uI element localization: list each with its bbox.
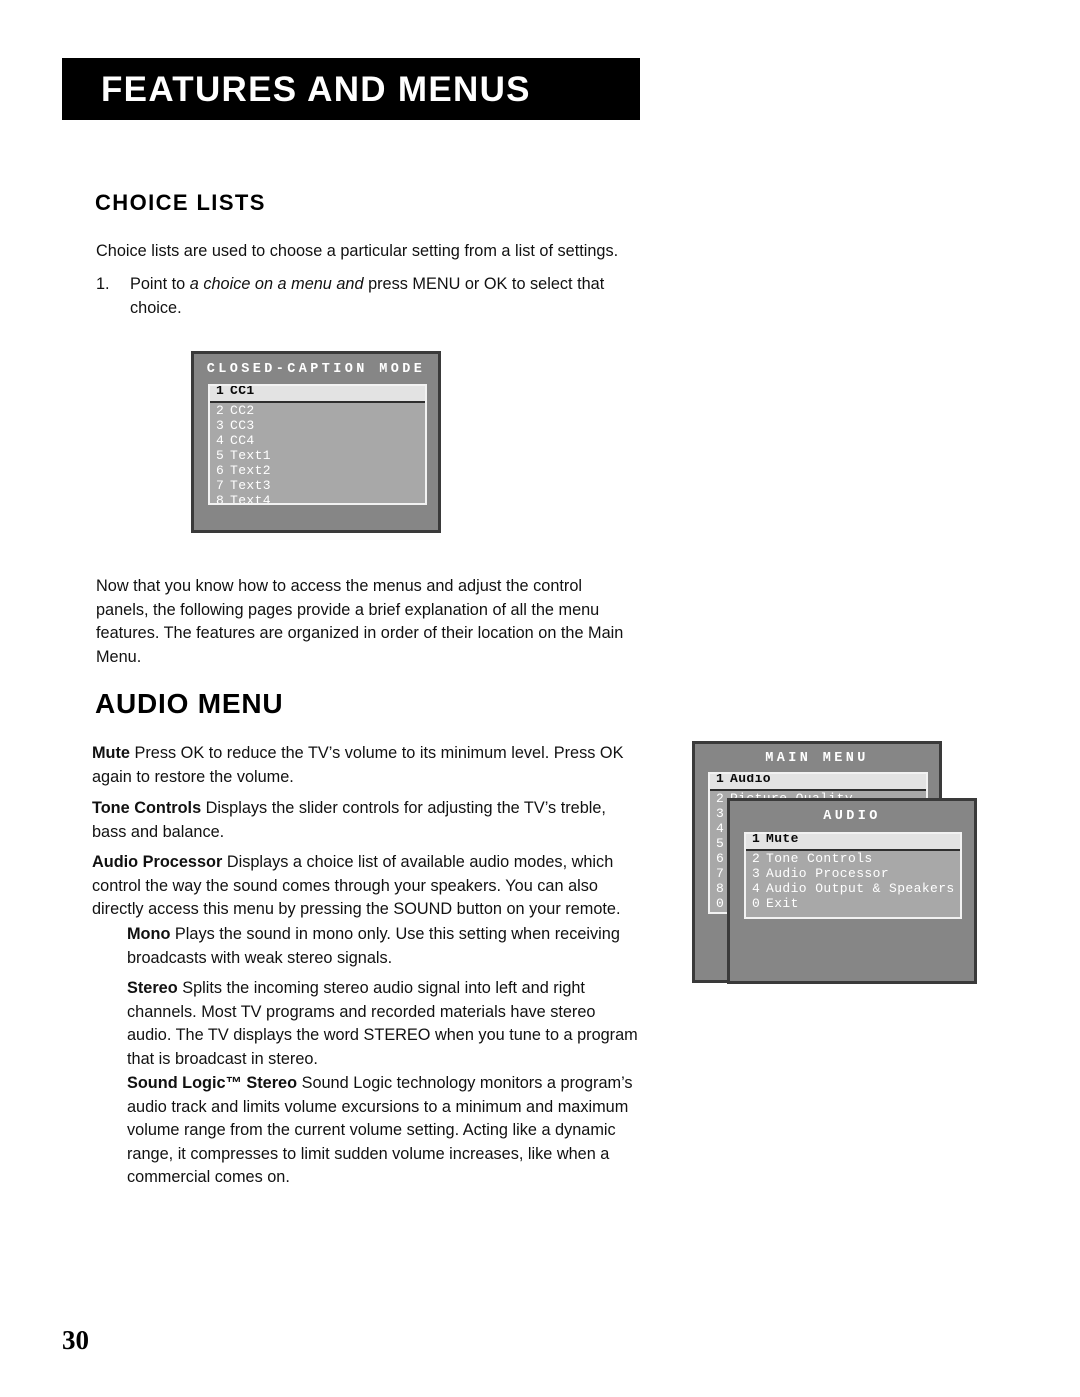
item-number: 1 [716,771,725,786]
item-number: 2 [216,402,225,418]
item-number: 3 [216,417,225,433]
audio-subentry-stereo: Stereo Splits the incoming stereo audio … [127,977,642,1071]
list-item[interactable]: 7 Text3 [210,478,425,493]
entry-description: Press OK to reduce the TV’s volume to it… [92,744,624,786]
closed-caption-menu-title: CLOSED-CAPTION MODE [206,362,426,377]
item-label: Text2 [230,462,272,478]
page-header-title: FEATURES AND MENUS [101,69,531,109]
list-item[interactable]: 0 Exit [746,896,960,911]
list-item[interactable]: 8 Text4 [210,492,425,505]
item-label: CC4 [230,432,255,448]
item-number: 7 [216,477,225,493]
audio-submenu-list: 1 Mute 2 Tone Controls 3 Audio Processor… [744,831,962,919]
entry-description: Plays the sound in mono only. Use this s… [127,925,620,967]
entry-term: Tone Controls [92,799,202,817]
item-number: 1 [216,383,225,398]
item-number: 4 [216,432,225,448]
list-item[interactable]: 1 CC1 [210,383,425,403]
audio-entry-mute: Mute Press OK to reduce the TV’s volume … [92,742,642,789]
entry-term: Mono [127,925,171,943]
entry-term: Mute [92,744,130,762]
item-number: 3 [752,865,761,881]
closed-caption-mode-menu-graphic: CLOSED-CAPTION MODE 1 CC1 2 CC2 3 CC3 4 … [191,351,441,533]
item-label: Mute [766,831,799,846]
item-number: 8 [216,492,225,505]
item-label: Text1 [230,447,272,463]
section-heading-audio-menu: AUDIO MENU [95,688,284,719]
audio-subentry-sound-logic-stereo: Sound Logic™ Stereo Sound Logic technolo… [127,1072,642,1190]
entry-term: Audio Processor [92,853,223,871]
list-item[interactable]: 1 Mute [746,831,960,851]
section-heading-choice-lists: CHOICE LISTS [95,190,266,215]
item-number: 6 [216,462,225,478]
step-text-before: Point to [130,275,190,293]
entry-description: Splits the incoming stereo audio signal … [127,979,638,1068]
list-item[interactable]: 4 Audio Output & Speakers [746,881,960,896]
audio-submenu-title: AUDIO [823,809,881,824]
item-label: Exit [766,895,799,911]
list-item[interactable]: 2 CC2 [210,403,425,418]
item-label: CC1 [230,383,255,398]
audio-entry-tone-controls: Tone Controls Displays the slider contro… [92,797,642,844]
choice-lists-step-1: 1. Point to a choice on a menu and press… [96,273,652,320]
list-item[interactable]: 4 CC4 [210,433,425,448]
step-number: 1. [96,275,110,293]
main-menu-title: MAIN MENU [765,751,869,766]
entry-term: Sound Logic™ Stereo [127,1074,298,1092]
item-label: Audio Processor [766,865,890,881]
step-text-italic: a choice on a menu and [189,275,364,293]
item-label: Tone Controls [766,850,873,866]
list-item[interactable]: 5 Text1 [210,448,425,463]
item-label: CC2 [230,402,255,418]
list-item[interactable]: 2 Tone Controls [746,851,960,866]
list-item[interactable]: 3 CC3 [210,418,425,433]
step-text: Point to a choice on a menu and press ME… [130,273,652,320]
choice-lists-after-graphic-paragraph: Now that you know how to access the menu… [96,577,624,666]
item-label: Text4 [230,492,272,505]
item-number: 1 [752,831,761,846]
item-label: Audio Output & Speakers [766,880,955,896]
audio-entry-audio-processor: Audio Processor Displays a choice list o… [92,851,642,922]
audio-submenu-graphic: AUDIO 1 Mute 2 Tone Controls 3 Audio Pro… [727,798,977,984]
item-number: 2 [752,850,761,866]
item-number: 5 [216,447,225,463]
choice-lists-intro-paragraph: Choice lists are used to choose a partic… [96,242,619,260]
item-number: 4 [752,880,761,896]
closed-caption-menu-list: 1 CC1 2 CC2 3 CC3 4 CC4 5 Text1 6 Text2 … [208,383,427,505]
page-header-bar: FEATURES AND MENUS [62,58,640,120]
audio-subentry-mono: Mono Plays the sound in mono only. Use t… [127,923,642,970]
item-label: CC3 [230,417,255,433]
entry-term: Stereo [127,979,178,997]
page-number: 30 [62,1325,89,1355]
item-label: Audio [730,771,772,786]
list-item[interactable]: 6 Text2 [210,463,425,478]
item-number: 0 [752,895,761,911]
list-item[interactable]: 3 Audio Processor [746,866,960,881]
list-item[interactable]: 1 Audio [710,771,926,791]
item-label: Text3 [230,477,272,493]
